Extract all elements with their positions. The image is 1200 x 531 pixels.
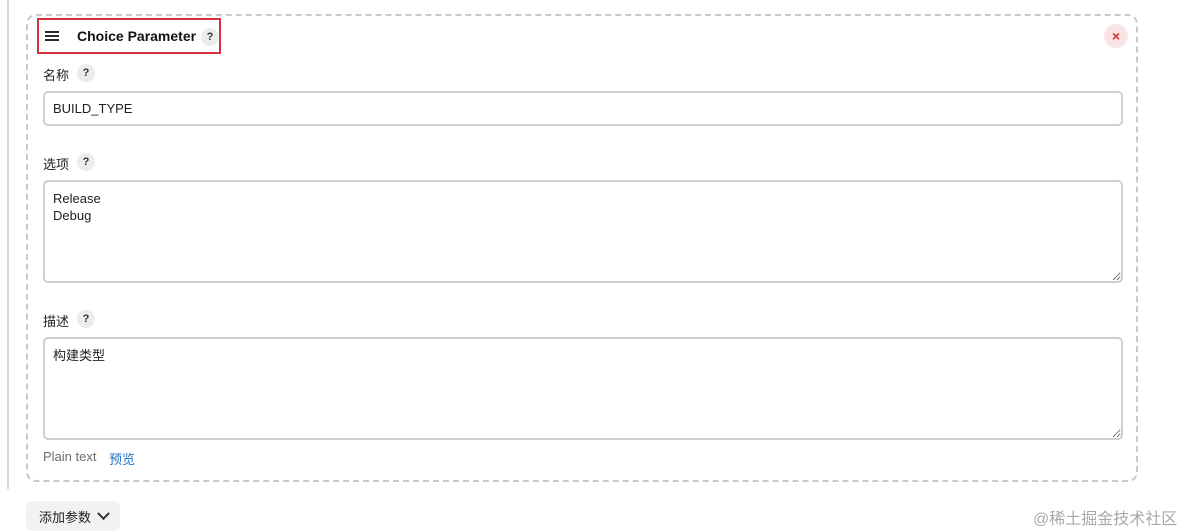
name-label: 名称 bbox=[43, 68, 70, 83]
left-border-rule bbox=[7, 0, 9, 489]
choices-label: 选项 bbox=[43, 157, 70, 172]
description-label: 描述 bbox=[43, 314, 70, 329]
delete-parameter-button[interactable]: × bbox=[1104, 24, 1128, 48]
parameter-title: Choice Parameter bbox=[77, 28, 197, 44]
chevron-down-icon bbox=[97, 506, 110, 520]
add-parameter-label: 添加参数 bbox=[39, 509, 92, 525]
choices-help-icon[interactable]: ? bbox=[77, 153, 95, 171]
watermark: @稀土掘金技术社区 bbox=[1033, 511, 1178, 528]
name-input[interactable] bbox=[43, 91, 1123, 126]
markup-format-label: Plain text bbox=[43, 449, 97, 464]
description-textarea[interactable]: 构建类型 bbox=[43, 337, 1123, 440]
drag-handle-icon[interactable] bbox=[45, 31, 59, 41]
choices-textarea[interactable]: Release Debug bbox=[43, 180, 1123, 283]
title-help-icon[interactable]: ? bbox=[201, 28, 219, 46]
add-parameter-button[interactable]: 添加参数 bbox=[26, 501, 120, 531]
name-help-icon[interactable]: ? bbox=[77, 64, 95, 82]
preview-link[interactable]: 预览 bbox=[109, 449, 135, 468]
description-help-icon[interactable]: ? bbox=[77, 310, 95, 328]
